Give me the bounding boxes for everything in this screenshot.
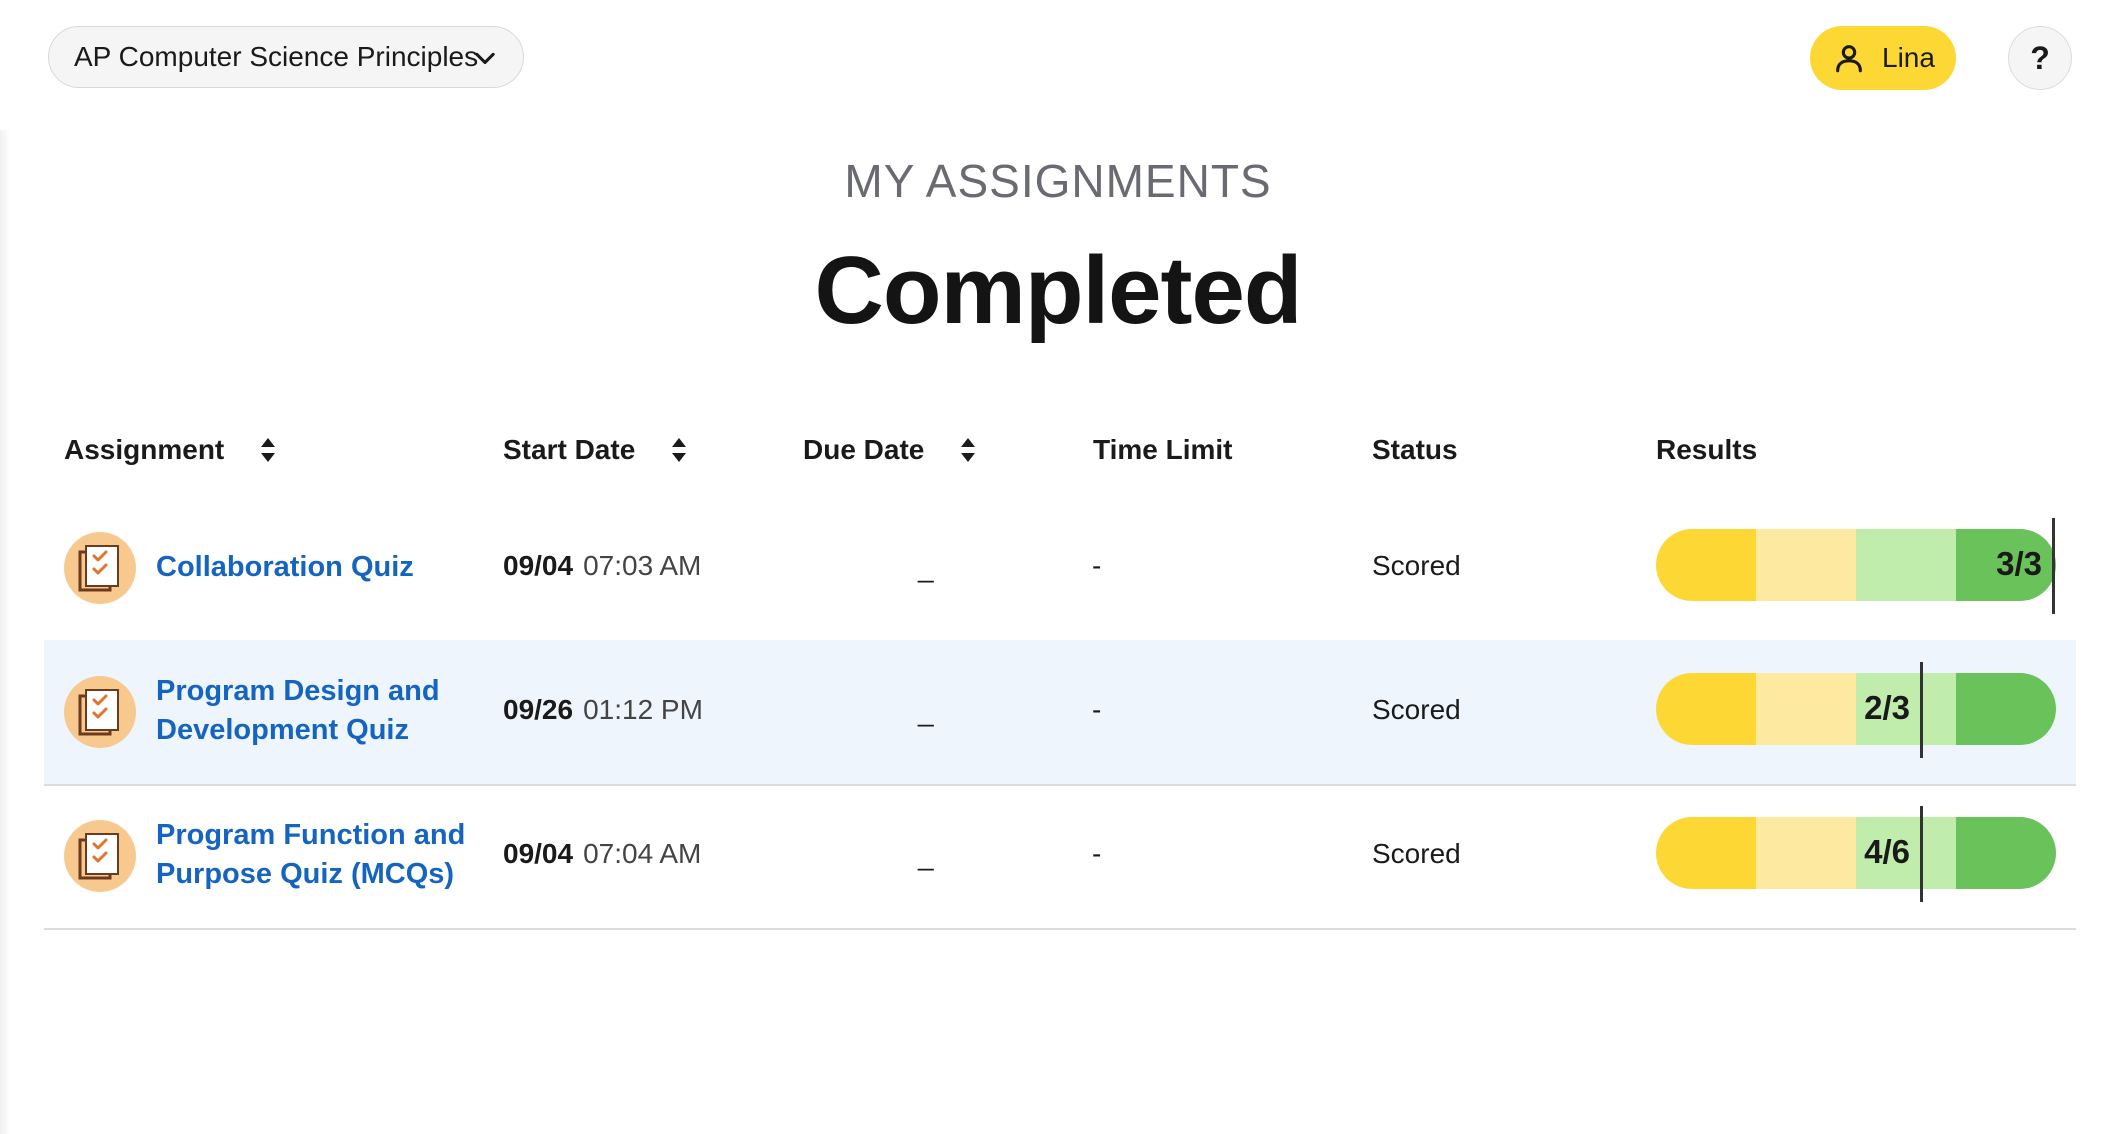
start-date: 09/04 <box>503 838 574 869</box>
course-name: AP Computer Science Principles <box>74 41 479 72</box>
column-label: Time Limit <box>1093 434 1233 465</box>
assignment-link[interactable]: Program Design and Development Quiz <box>156 672 486 750</box>
time-limit-cell: - <box>1092 694 1102 725</box>
due-date-cell: _ <box>918 840 934 871</box>
quiz-checklist-icon <box>64 676 136 748</box>
sort-icon[interactable] <box>958 435 978 465</box>
column-header-time-limit: Time Limit <box>1093 430 1233 470</box>
column-label: Due Date <box>803 434 925 465</box>
start-time: 01:12 PM <box>583 694 703 725</box>
user-icon <box>1836 45 1862 73</box>
column-header-assignment: Assignment <box>64 430 278 470</box>
column-label: Results <box>1656 434 1758 465</box>
start-date: 09/04 <box>503 550 574 581</box>
results-segment <box>1956 817 2056 889</box>
status-cell: Scored <box>1372 550 1461 581</box>
results-segment <box>1956 673 2056 745</box>
quiz-checklist-icon <box>64 820 136 892</box>
column-label: Start Date <box>503 434 636 465</box>
start-date: 09/26 <box>503 694 574 725</box>
score-label: 3/3 <box>1996 545 2042 582</box>
start-date-cell: 09/04 07:03 AM <box>503 550 701 582</box>
score-marker <box>1920 662 1923 758</box>
help-icon: ? <box>2030 39 2050 76</box>
column-label: Status <box>1372 434 1458 465</box>
score-marker <box>2052 518 2055 614</box>
column-header-status: Status <box>1372 430 1458 470</box>
start-time: 07:03 AM <box>583 550 702 581</box>
quiz-checklist-icon <box>64 532 136 604</box>
start-date-cell: 09/04 07:04 AM <box>503 838 701 870</box>
status-cell: Scored <box>1372 838 1461 869</box>
status-cell: Scored <box>1372 694 1461 725</box>
time-limit-cell: - <box>1092 838 1102 869</box>
results-segment <box>1656 817 1756 889</box>
score-marker <box>1920 806 1923 902</box>
course-selector[interactable]: AP Computer Science Principles <box>48 26 524 88</box>
time-limit-cell: - <box>1092 550 1102 581</box>
table-row[interactable]: Collaboration Quiz 09/04 07:03 AM _ - Sco… <box>44 496 2076 642</box>
column-header-results: Results <box>1656 430 1757 470</box>
sort-icon[interactable] <box>258 435 278 465</box>
column-header-due-date: Due Date <box>803 430 978 470</box>
user-name: Lina <box>1882 42 1935 73</box>
user-menu-button[interactable]: Lina <box>1810 26 1956 90</box>
assignment-link[interactable]: Program Function and Purpose Quiz (MCQs) <box>156 816 486 894</box>
results-segment <box>1756 529 1856 601</box>
sort-icon[interactable] <box>669 435 689 465</box>
assignments-page: AP Computer Science Principles Lina ? MY… <box>0 0 2116 1134</box>
page-title: Completed <box>814 237 1302 344</box>
start-date-cell: 09/26 01:12 PM <box>503 694 703 726</box>
assignment-link[interactable]: Collaboration Quiz <box>156 548 486 587</box>
due-date-cell: _ <box>918 696 934 727</box>
results-segment <box>1656 529 1756 601</box>
column-label: Assignment <box>64 434 225 465</box>
score-label: 4/6 <box>1864 833 1910 870</box>
help-button[interactable]: ? <box>2008 26 2072 90</box>
column-header-start-date: Start Date <box>503 430 689 470</box>
results-segment <box>1656 673 1756 745</box>
chevron-down-icon <box>475 52 495 65</box>
score-label: 2/3 <box>1864 689 1910 726</box>
due-date-cell: _ <box>918 552 934 583</box>
table-row[interactable]: Program Function and Purpose Quiz (MCQs)… <box>44 784 2076 930</box>
table-row[interactable]: Program Design and Development Quiz 09/2… <box>44 640 2076 786</box>
start-time: 07:04 AM <box>583 838 702 869</box>
page-eyebrow: MY ASSIGNMENTS <box>844 155 1272 207</box>
